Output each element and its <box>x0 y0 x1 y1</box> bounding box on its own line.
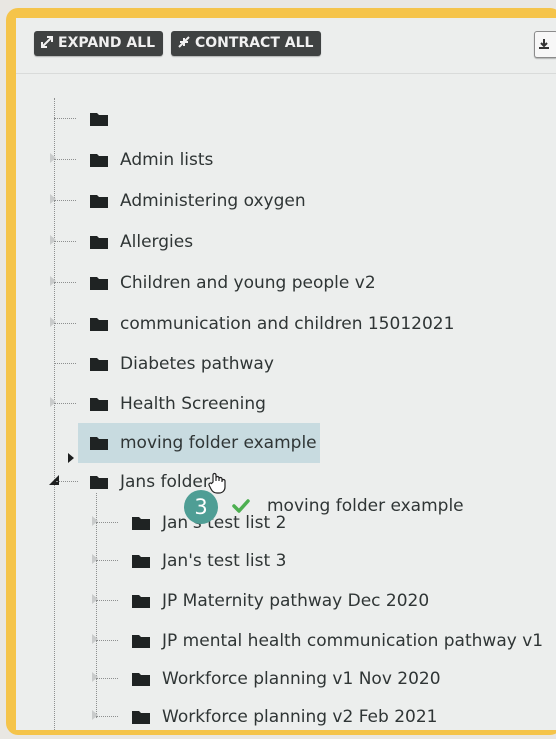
tree-item[interactable]: Children and young people v2 <box>50 270 410 296</box>
drop-position-marker <box>68 453 74 463</box>
tree-item-label: Jan's test list 3 <box>162 551 287 571</box>
expand-toggle-icon[interactable] <box>92 554 98 564</box>
folder-icon <box>90 113 108 126</box>
folder-icon <box>90 277 108 290</box>
tree-item[interactable]: communication and children 15012021 <box>50 311 470 337</box>
tree-connector <box>54 403 76 404</box>
tree-connector <box>96 716 118 717</box>
tree-item-label: Diabetes pathway <box>120 354 274 374</box>
tree-item-label: Workforce planning v2 Feb 2021 <box>162 707 438 727</box>
expand-toggle-icon[interactable] <box>50 194 56 204</box>
collapse-toggle-icon[interactable] <box>49 475 59 485</box>
folder-open-icon <box>90 476 108 489</box>
tree-connector <box>96 560 118 561</box>
folder-icon <box>90 398 108 411</box>
folder-icon <box>90 437 108 450</box>
tree-connector <box>54 282 76 283</box>
tree-connector <box>54 323 76 324</box>
tree-item-label: Jans folder <box>120 472 210 492</box>
tree-child-item[interactable]: JP mental health communication pathway v… <box>92 628 556 654</box>
folder-icon <box>90 236 108 249</box>
folder-icon <box>90 154 108 167</box>
step-number-badge: 3 <box>184 490 218 524</box>
tree-connector <box>96 640 118 641</box>
folder-icon <box>90 195 108 208</box>
folder-icon <box>132 673 150 686</box>
tree-item-label: JP mental health communication pathway v… <box>162 631 544 651</box>
tree-item-label: Jan's test list 2 <box>162 513 287 533</box>
folder-tree: Admin lists Administering oxygen Allergi… <box>16 18 556 730</box>
expand-toggle-icon[interactable] <box>92 710 98 720</box>
tree-item[interactable]: Allergies <box>50 229 350 255</box>
tree-item-label: Administering oxygen <box>120 191 306 211</box>
drag-preview-label: moving folder example <box>267 496 464 516</box>
folder-icon <box>132 555 150 568</box>
tree-item-label: Children and young people v2 <box>120 273 376 293</box>
tree-child-item[interactable]: Workforce planning v2 Feb 2021 <box>92 704 492 730</box>
tree-connector <box>56 481 78 482</box>
hand-cursor-icon <box>208 472 226 494</box>
tree-item-label: Allergies <box>120 232 194 252</box>
expand-toggle-icon[interactable] <box>50 153 56 163</box>
folder-icon <box>132 595 150 608</box>
expand-toggle-icon[interactable] <box>50 235 56 245</box>
check-icon <box>232 499 250 513</box>
tree-connector <box>96 522 118 523</box>
expand-toggle-icon[interactable] <box>50 276 56 286</box>
tree-item-highlighted[interactable]: moving folder example <box>78 423 320 463</box>
expand-toggle-icon[interactable] <box>92 672 98 682</box>
tree-item-label: Health Screening <box>120 394 266 414</box>
expand-toggle-icon[interactable] <box>50 397 56 407</box>
folder-icon <box>132 711 150 724</box>
tree-connector <box>96 600 118 601</box>
tree-connector <box>54 200 76 201</box>
tree-connector <box>54 241 76 242</box>
tree-item[interactable]: Admin lists <box>50 147 350 173</box>
folder-icon <box>132 635 150 648</box>
tree-item[interactable]: Health Screening <box>50 391 350 417</box>
expand-toggle-icon[interactable] <box>92 516 98 526</box>
tree-item-label: communication and children 15012021 <box>120 314 455 334</box>
tree-item[interactable]: Administering oxygen <box>50 188 350 214</box>
tree-connector <box>54 118 76 119</box>
expand-toggle-icon[interactable] <box>92 594 98 604</box>
folder-icon <box>132 517 150 530</box>
tree-item[interactable] <box>50 106 350 132</box>
tree-connector <box>54 159 76 160</box>
folder-tree-panel: EXPAND ALL CONTRACT ALL Admin lists Admi… <box>16 18 556 730</box>
tree-item-label: Admin lists <box>120 150 214 170</box>
folder-icon <box>90 318 108 331</box>
folder-icon <box>90 358 108 371</box>
tree-connector <box>96 678 118 679</box>
tree-item-label: moving folder example <box>120 433 317 453</box>
tree-child-item[interactable]: Jan's test list 3 <box>92 548 392 574</box>
tree-child-item[interactable]: Workforce planning v1 Nov 2020 <box>92 666 492 692</box>
expand-toggle-icon[interactable] <box>50 317 56 327</box>
tree-item-label: Workforce planning v1 Nov 2020 <box>162 669 441 689</box>
expand-toggle-icon[interactable] <box>92 634 98 644</box>
tree-child-item[interactable]: JP Maternity pathway Dec 2020 <box>92 588 492 614</box>
tree-connector <box>54 363 76 364</box>
tree-item-label: JP Maternity pathway Dec 2020 <box>162 591 430 611</box>
tree-item[interactable]: Diabetes pathway <box>50 351 350 377</box>
